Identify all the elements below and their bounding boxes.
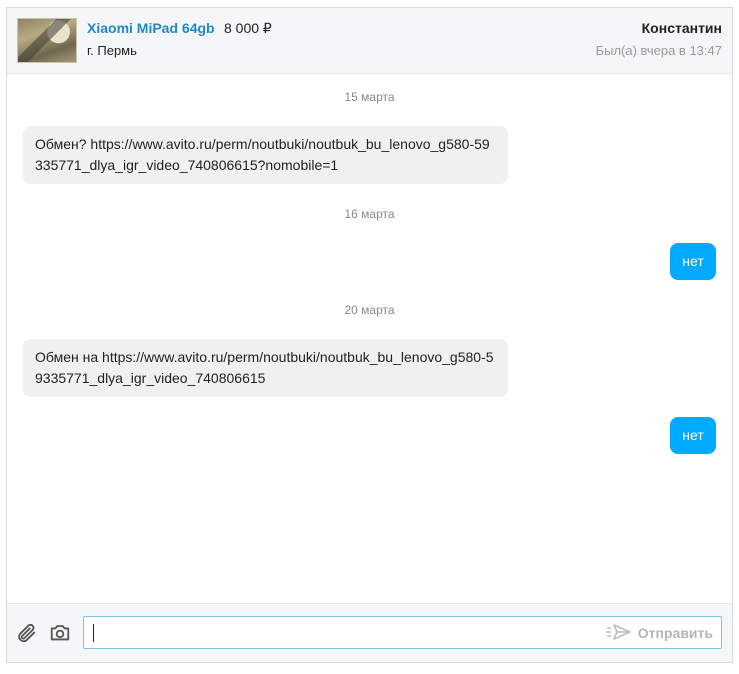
outgoing-message: нет	[670, 417, 716, 454]
chat-window: Xiaomi MiPad 64gb 8 000 ₽ г. Пермь Конст…	[6, 7, 733, 663]
message-list: 15 марта Обмен? https://www.avito.ru/per…	[7, 74, 732, 604]
date-separator: 20 марта	[344, 303, 395, 317]
incoming-message: Обмен на https://www.avito.ru/perm/noutb…	[23, 339, 508, 397]
date-separator: 16 марта	[344, 207, 395, 221]
item-title-link[interactable]: Xiaomi MiPad 64gb	[87, 20, 215, 36]
outgoing-message: нет	[670, 243, 716, 280]
send-plane-icon	[605, 623, 632, 644]
incoming-message: Обмен? https://www.avito.ru/perm/noutbuk…	[23, 126, 508, 184]
item-thumbnail[interactable]	[17, 18, 77, 63]
item-city: г. Пермь	[87, 43, 137, 58]
item-price: 8 000 ₽	[224, 20, 272, 36]
user-name[interactable]: Константин	[642, 20, 722, 36]
camera-icon[interactable]	[49, 622, 71, 644]
user-last-seen: Был(а) вчера в 13:47	[595, 43, 722, 58]
message-input[interactable]	[90, 617, 604, 650]
paperclip-icon[interactable]	[15, 622, 37, 644]
date-separator: 15 марта	[344, 90, 395, 104]
message-input-box[interactable]: Отправить	[83, 616, 722, 650]
message-composer: Отправить	[7, 603, 732, 662]
text-caret	[93, 624, 94, 642]
send-button[interactable]: Отправить	[605, 623, 713, 644]
chat-header: Xiaomi MiPad 64gb 8 000 ₽ г. Пермь Конст…	[7, 8, 732, 74]
send-button-label: Отправить	[637, 625, 713, 641]
